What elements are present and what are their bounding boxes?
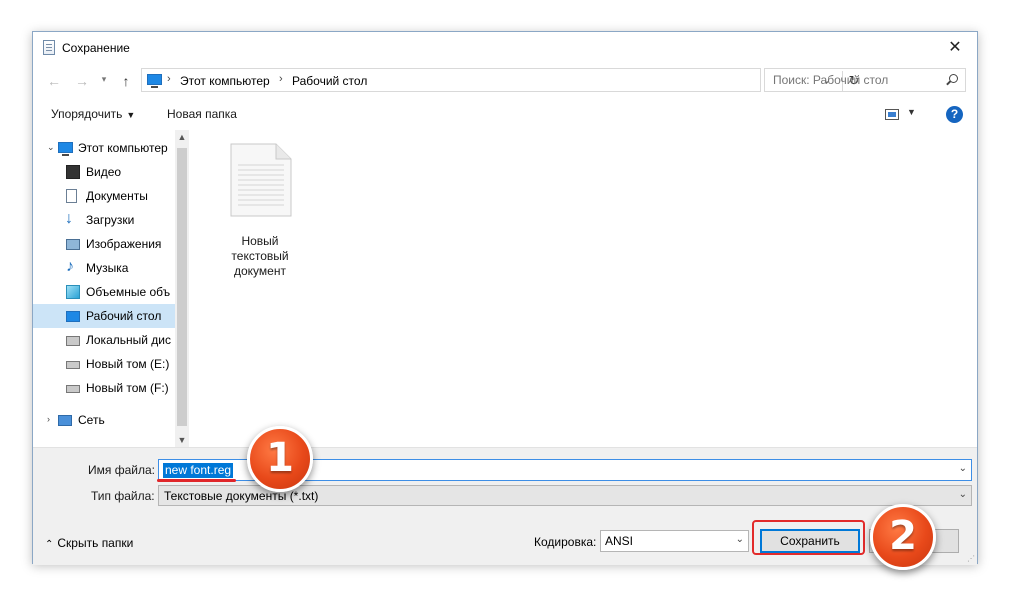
chevron-down-icon[interactable]: ⌄ — [736, 534, 744, 545]
network-icon — [58, 415, 72, 426]
nav-label: Объемные объ — [86, 285, 171, 299]
search-box[interactable] — [764, 68, 966, 92]
encoding-value: ANSI — [605, 534, 634, 548]
nav-label: Рабочий стол — [86, 309, 162, 323]
new-folder-button[interactable]: Новая папка — [167, 107, 237, 121]
computer-icon — [58, 142, 73, 156]
hide-folders-label: Скрыть папки — [57, 536, 134, 550]
nav-item-documents[interactable]: Документы — [33, 184, 175, 208]
file-name-line: текстовый — [231, 249, 289, 263]
nav-label: Новый том (E:) — [86, 357, 170, 371]
desktop-icon — [66, 311, 80, 322]
file-name-line: документ — [234, 264, 286, 278]
breadcrumb-desktop[interactable]: Рабочий стол — [292, 74, 367, 88]
nav-item-this-pc[interactable]: ⌄ Этот компьютер — [33, 136, 175, 160]
file-name: Новый текстовый документ — [212, 234, 308, 279]
nav-item-video[interactable]: Видео — [33, 160, 175, 184]
annotation-step-2: 2 — [870, 504, 936, 570]
drive-icon — [66, 361, 80, 369]
chevron-up-icon[interactable]: ▲ — [175, 132, 189, 142]
nav-item-pictures[interactable]: Изображения — [33, 232, 175, 256]
nav-item-music[interactable]: ♪ Музыка — [33, 256, 175, 280]
title-bar: Сохранение ✕ — [33, 32, 977, 63]
chevron-right-icon[interactable]: › — [167, 73, 171, 85]
chevron-down-icon: ▼ — [126, 110, 136, 120]
nav-item-volume-f[interactable]: Новый том (F:) — [33, 376, 175, 400]
video-icon — [66, 165, 80, 179]
chevron-right-icon[interactable]: › — [279, 73, 283, 85]
nav-scrollbar[interactable]: ▲ ▼ — [175, 130, 189, 447]
scrollbar-thumb[interactable] — [177, 148, 187, 426]
address-bar[interactable]: › Этот компьютер › Рабочий стол ⌄ ↻ — [141, 68, 859, 92]
chevron-down-icon[interactable]: ▼ — [175, 435, 189, 445]
navigation-pane: ⌄ Этот компьютер Видео Документы ↓ Загру… — [33, 130, 175, 447]
nav-label: Загрузки — [86, 213, 135, 227]
forward-arrow-icon[interactable]: → — [73, 72, 91, 90]
nav-label: Этот компьютер — [78, 141, 168, 155]
organize-label: Упорядочить — [51, 107, 123, 121]
filetype-label: Тип файла: — [91, 489, 155, 503]
annotation-underline — [157, 479, 236, 482]
encoding-select[interactable]: ANSI ⌄ — [600, 530, 749, 552]
resize-grip-icon[interactable]: ⋰ — [967, 554, 975, 563]
chevron-down-icon[interactable]: ⌄ — [47, 142, 55, 153]
chevron-down-icon[interactable]: ▼ — [907, 107, 916, 117]
chevron-down-icon[interactable]: ⌄ — [959, 463, 967, 474]
nav-item-network[interactable]: › Сеть — [33, 408, 175, 432]
filename-value[interactable]: new font.reg — [163, 463, 234, 478]
nav-item-volume-e[interactable]: Новый том (E:) — [33, 352, 175, 376]
drive-icon — [66, 336, 80, 346]
nav-item-downloads[interactable]: ↓ Загрузки — [33, 208, 175, 232]
chevron-right-icon[interactable]: › — [47, 414, 50, 424]
music-icon: ♪ — [66, 258, 74, 275]
help-icon[interactable]: ? — [946, 106, 963, 123]
annotation-step-1: 1 — [247, 426, 313, 492]
view-options-icon[interactable] — [885, 109, 899, 120]
nav-label: Локальный дис — [86, 333, 171, 347]
back-arrow-icon[interactable]: ← — [45, 72, 63, 90]
drive-icon — [66, 385, 80, 393]
close-icon[interactable]: ✕ — [933, 32, 977, 63]
text-file-icon — [230, 143, 292, 217]
search-icon[interactable] — [949, 74, 958, 83]
breadcrumb-this-pc[interactable]: Этот компьютер — [180, 74, 270, 88]
downloads-icon: ↓ — [65, 210, 73, 227]
notepad-icon — [43, 40, 55, 55]
window-title: Сохранение — [62, 41, 130, 55]
encoding-label: Кодировка: — [534, 535, 597, 549]
pictures-icon — [66, 239, 80, 250]
nav-label: Изображения — [86, 237, 162, 251]
recent-dropdown-icon[interactable]: ▾ — [95, 70, 113, 88]
nav-label: Новый том (F:) — [86, 381, 169, 395]
nav-item-desktop[interactable]: Рабочий стол — [33, 304, 175, 328]
annotation-highlight-box — [752, 520, 865, 555]
3d-objects-icon — [66, 285, 80, 299]
command-bar: Упорядочить ▼ Новая папка ▼ ? — [33, 98, 977, 130]
chevron-up-icon: ⌃ — [45, 539, 54, 550]
nav-label: Документы — [86, 189, 148, 203]
organize-button[interactable]: Упорядочить ▼ — [51, 107, 135, 121]
filetype-value: Текстовые документы (*.txt) — [164, 489, 319, 503]
chevron-down-icon[interactable]: ⌄ — [959, 489, 967, 500]
nav-label: Музыка — [86, 261, 129, 275]
search-input[interactable] — [765, 69, 943, 91]
address-row: ← → ▾ ↑ › Этот компьютер › Рабочий стол … — [33, 68, 977, 94]
filename-label: Имя файла: — [88, 463, 155, 477]
nav-item-local-disk[interactable]: Локальный дис — [33, 328, 175, 352]
computer-icon — [147, 74, 162, 88]
nav-item-3d-objects[interactable]: Объемные объ — [33, 280, 175, 304]
file-name-line: Новый — [241, 234, 279, 248]
file-list: Новый текстовый документ — [190, 130, 977, 447]
nav-label: Сеть — [78, 413, 105, 427]
documents-icon — [66, 189, 77, 203]
save-dialog: Сохранение ✕ ← → ▾ ↑ › Этот компьютер › … — [32, 31, 978, 565]
hide-folders-button[interactable]: ⌃ Скрыть папки — [45, 536, 133, 550]
nav-label: Видео — [86, 165, 122, 179]
up-arrow-icon[interactable]: ↑ — [117, 72, 135, 90]
